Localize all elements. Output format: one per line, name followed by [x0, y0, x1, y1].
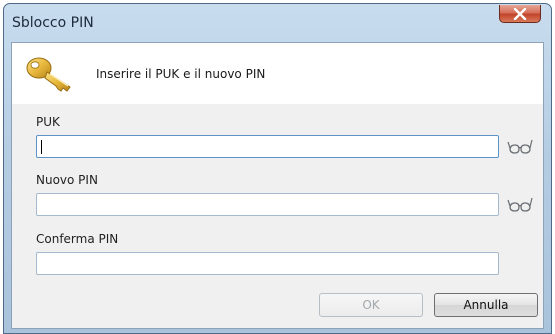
new-pin-label: Nuovo PIN	[36, 173, 98, 187]
glasses-icon[interactable]	[507, 138, 533, 156]
ok-button[interactable]: OK	[319, 293, 423, 317]
key-icon	[26, 57, 71, 92]
cancel-button[interactable]: Annulla	[434, 293, 538, 317]
title-bar[interactable]: Sblocco PIN	[4, 4, 551, 42]
puk-label: PUK	[36, 115, 60, 129]
glasses-icon[interactable]	[507, 196, 533, 214]
header-message: Inserire il PUK e il nuovo PIN	[96, 67, 266, 81]
dialog-client-area: Inserire il PUK e il nuovo PIN PUK Nuovo…	[11, 42, 544, 329]
pin-form: PUK Nuovo PIN Conferma PIN OK Annulla	[12, 104, 543, 328]
dialog-window: Sblocco PIN Inserire il PUK e il nuovo P…	[3, 3, 552, 334]
new-pin-input[interactable]	[36, 193, 499, 216]
text-caret	[41, 140, 42, 154]
window-title: Sblocco PIN	[12, 15, 94, 31]
close-button[interactable]	[499, 5, 541, 23]
close-icon	[513, 7, 527, 20]
confirm-pin-input[interactable]	[36, 252, 499, 275]
dialog-header: Inserire il PUK e il nuovo PIN	[12, 43, 543, 105]
confirm-pin-label: Conferma PIN	[36, 232, 119, 246]
puk-input[interactable]	[36, 135, 499, 158]
